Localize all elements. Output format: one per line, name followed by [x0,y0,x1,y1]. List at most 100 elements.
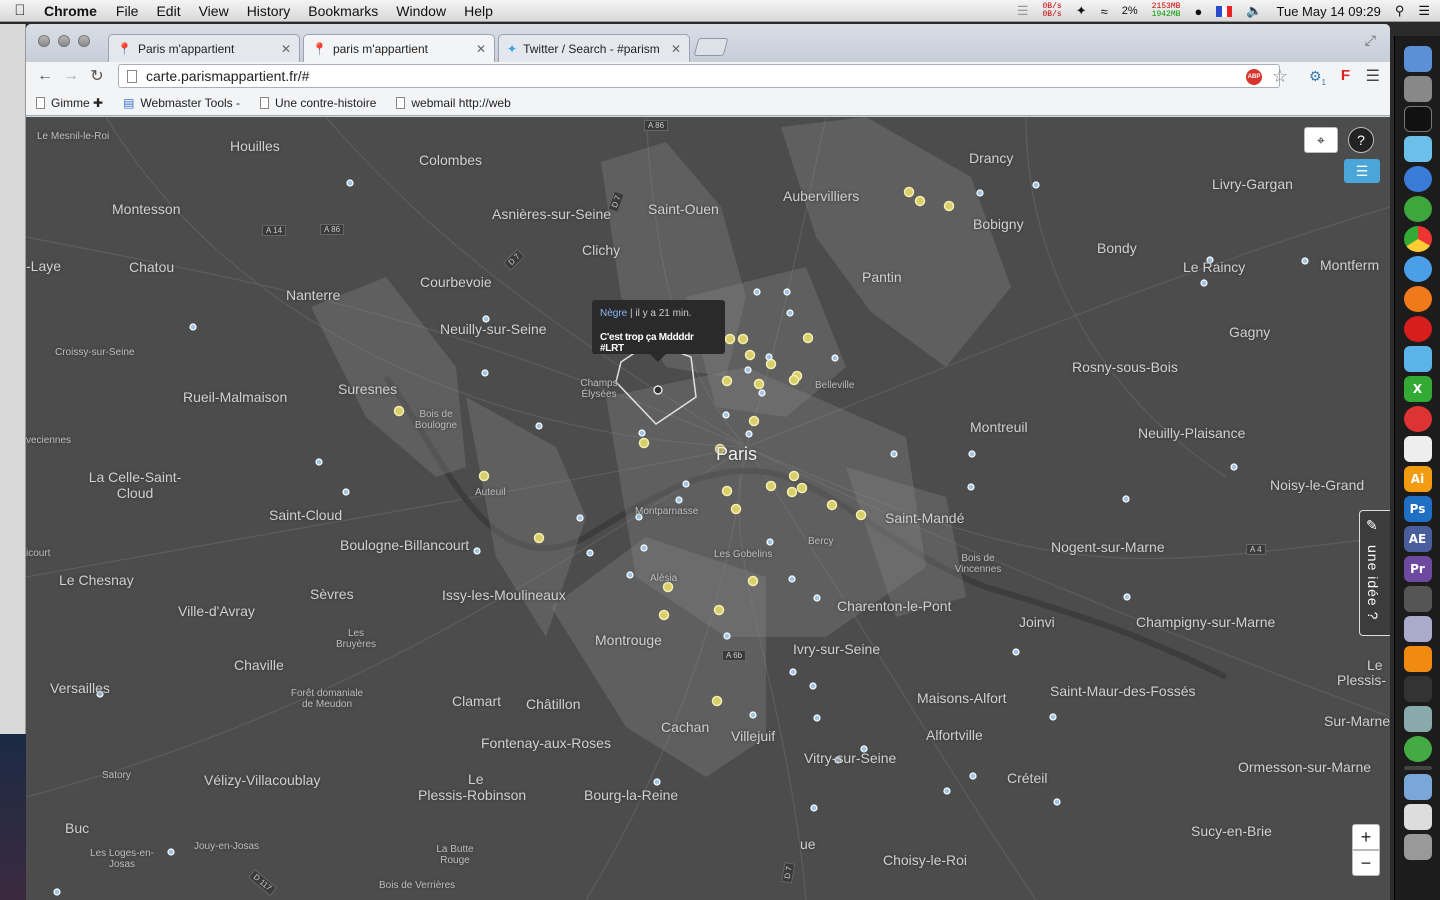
dock: X Ai Ps AE Pr [1394,36,1440,900]
bookmark-star-icon[interactable]: ☆ [1272,66,1288,87]
place-label: Maisons-Alfort [917,690,1007,706]
automator-icon[interactable] [1403,706,1432,732]
adblock-icon[interactable]: ABP [1246,69,1262,85]
idea-feedback-tab[interactable]: ✎ une idée ? [1359,510,1390,636]
zoom-out-button[interactable]: − [1352,850,1380,876]
close-tab-icon[interactable]: ✕ [671,42,681,56]
list-view-button[interactable]: ☰ [1344,159,1380,183]
green-app-icon[interactable] [1403,736,1432,762]
menu-bookmarks[interactable]: Bookmarks [299,3,387,19]
tab-twitter-search[interactable]: ✦ Twitter / Search - #parism ✕ [498,34,690,62]
new-tab-button[interactable] [693,38,729,56]
place-label: Ormesson-sur-Marne [1238,759,1372,775]
place-label: Bourg-la-Reine [584,787,679,803]
tab-paris-mappartient-2[interactable]: 📍 paris m'appartient ✕ [303,34,495,62]
extension-icon[interactable]: ⚙1 [1309,68,1326,87]
menu-help[interactable]: Help [455,3,502,19]
place-label: Saint-Ouen [648,201,719,217]
photo-icon[interactable] [1403,136,1432,162]
menu-file[interactable]: File [107,3,148,19]
terminal-icon[interactable] [1403,106,1432,132]
tweet-popup[interactable]: Nègre | il y a 21 min. C'est trop ça Mdd… [592,300,725,362]
safari-icon[interactable] [1403,256,1432,282]
place-label: Courbevoie [420,274,492,290]
clock[interactable]: Tue May 14 09:29 [1277,4,1381,19]
volume-icon[interactable]: 🔈 [1246,3,1262,19]
place-label: Satory [102,770,131,781]
fullscreen-icon[interactable]: ⤢ [1365,32,1376,49]
locate-button[interactable]: ⌖ [1304,127,1338,153]
trash-icon[interactable] [1403,834,1432,860]
place-label: Belleville [815,380,855,391]
bookmark-webmaster-tools[interactable]: ▤ Webmaster Tools - [123,96,240,110]
bluetooth-icon[interactable]: ✦ [1076,3,1087,19]
opera-icon[interactable] [1403,316,1432,342]
wifi-icon[interactable]: ≈ [1101,4,1108,19]
close-tab-icon[interactable]: ✕ [281,42,291,56]
menu-history[interactable]: History [238,3,300,19]
bookmark-gimme[interactable]: Gimme ✚ [36,96,103,110]
video-icon[interactable] [1403,676,1432,702]
menu-app-name[interactable]: Chrome [40,3,107,19]
address-bar[interactable]: carte.parismappartient.fr/# [118,64,1280,88]
place-label: Livry-Gargan [1212,176,1293,192]
premiere-icon[interactable]: Pr [1403,556,1432,582]
chrome-icon[interactable] [1403,226,1432,252]
place-label: icourt [26,548,51,559]
menu-view[interactable]: View [190,3,238,19]
menu-window[interactable]: Window [387,3,455,19]
preview-icon[interactable] [1403,616,1432,642]
page-icon [260,96,269,109]
forward-icon[interactable]: → [58,67,84,85]
spotlight-search-icon[interactable]: ⚲ [1395,3,1405,19]
apple-menu-icon[interactable]:  [0,2,40,19]
battery-percent[interactable]: 2% [1122,5,1138,17]
memory-meter[interactable]: 2153MB 1942MB [1152,3,1181,19]
close-window-button[interactable] [38,35,50,47]
clapper-icon[interactable] [1403,586,1432,612]
map-view[interactable]: Le Mesnil-le-Roi Houilles Colombes Dranc… [26,117,1390,900]
tab-paris-mappartient-1[interactable]: 📍 Paris m'appartient ✕ [108,34,300,62]
back-icon[interactable]: ← [32,67,58,85]
bookmark-webmail[interactable]: webmail http://web [396,96,511,110]
after-effects-icon[interactable]: AE [1403,526,1432,552]
help-button[interactable]: ? [1348,127,1374,153]
place-label: Le [468,771,484,787]
net-meter[interactable]: 0B/s 0B/s [1042,3,1061,19]
place-label: veciennes [26,435,72,446]
place-label: Champs Élysées [580,378,618,400]
firefox-icon[interactable] [1403,286,1432,312]
close-tab-icon[interactable]: ✕ [476,42,486,56]
photoshop-icon[interactable]: Ps [1403,496,1432,522]
folder-icon[interactable] [1403,774,1432,800]
tweet-user[interactable]: Nègre [600,308,627,319]
place-label: Bois de Verrières [379,880,456,891]
bookmark-contre-histoire[interactable]: Une contre-histoire [260,96,376,110]
extension-f-icon[interactable]: F [1341,67,1350,84]
finder-icon[interactable] [1403,46,1432,72]
place-label: Champigny-sur-Marne [1136,614,1276,630]
chrome-menu-icon[interactable]: ☰ [1366,66,1380,86]
place-label: Saint-Maur-des-Fossés [1050,683,1196,699]
document-icon[interactable] [1403,804,1432,830]
x-app-icon[interactable]: X [1403,376,1432,402]
tab-strip: 📍 Paris m'appartient ✕ 📍 paris m'apparti… [26,24,1390,62]
user-icon[interactable]: ● [1194,4,1202,19]
french-flag-icon[interactable] [1216,5,1233,17]
itunes-icon[interactable] [1403,166,1432,192]
paper-plane-icon[interactable] [1403,346,1432,372]
minimize-window-button[interactable] [58,35,70,47]
zoom-window-button[interactable] [78,35,90,47]
leaf-icon[interactable] [1403,196,1432,222]
menu-edit[interactable]: Edit [147,3,189,19]
menubar-dashes-icon[interactable]: ☰ [1017,3,1029,19]
reload-icon[interactable]: ↻ [84,66,110,86]
notification-list-icon[interactable]: ☰ [1418,3,1430,19]
vlc-icon[interactable] [1403,646,1432,672]
illustrator-icon[interactable]: Ai [1403,466,1432,492]
notes-icon[interactable] [1403,436,1432,462]
place-label: Rosny-sous-Bois [1072,359,1178,375]
system-preferences-icon[interactable] [1403,76,1432,102]
zoom-in-button[interactable]: + [1352,824,1380,850]
strawberry-icon[interactable] [1403,406,1432,432]
